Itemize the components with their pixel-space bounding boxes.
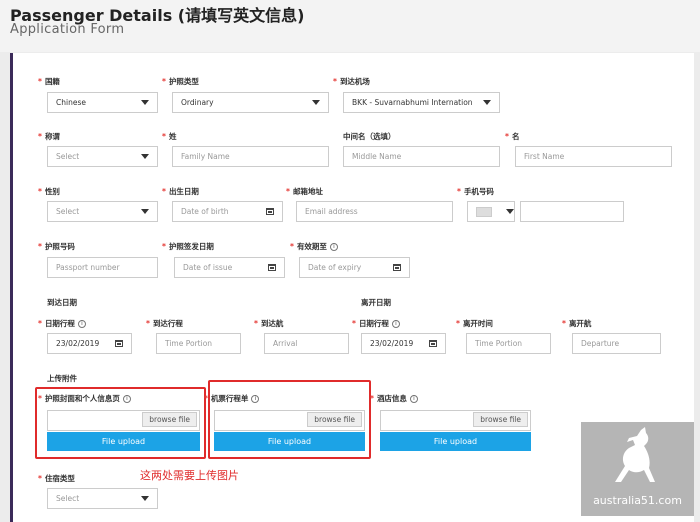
calendar-icon[interactable] [268, 264, 276, 271]
upload-passport-label: * 护照封面和个人信息页 i [38, 393, 131, 404]
page-subtitle: Application Form [10, 22, 125, 37]
arrival-date-input[interactable]: 23/02/2019 [47, 333, 132, 354]
passport-number-input[interactable]: Passport number [47, 257, 158, 278]
chevron-down-icon [141, 100, 149, 105]
given-name-label: * 名 [505, 132, 520, 141]
passport-number-label: * 护照号码 [38, 242, 75, 251]
upload-section-heading: 上传附件 [47, 374, 77, 383]
chevron-down-icon [141, 496, 149, 501]
calendar-icon[interactable] [429, 340, 437, 347]
watermark: australia51.com [581, 422, 694, 516]
annotation-note: 这两处需要上传图片 [140, 469, 239, 482]
middle-name-input[interactable]: Middle Name [343, 146, 500, 167]
passport-type-label: * 护照类型 [162, 77, 199, 86]
arrival-flight-label: * 到达航 [254, 319, 284, 328]
file-upload-button[interactable]: File upload [214, 432, 365, 451]
chevron-down-icon [506, 209, 514, 214]
arrival-airport-select[interactable]: BKK - Suvarnabhumi Internation [343, 92, 500, 113]
dob-input[interactable]: Date of birth [172, 201, 283, 222]
country-code-select[interactable] [467, 201, 515, 222]
file-upload-button[interactable]: File upload [380, 432, 531, 451]
chevron-down-icon [312, 100, 320, 105]
gender-select[interactable]: Select [47, 201, 158, 222]
arrival-date-label: * 日期行程 i [38, 318, 86, 329]
chevron-down-icon [483, 100, 491, 105]
upload-hotel: browse file File upload [380, 410, 531, 452]
issue-date-label: * 护照签发日期 [162, 242, 214, 251]
upload-ticket: browse file File upload [214, 410, 365, 452]
nationality-select[interactable]: Chinese [47, 92, 158, 113]
email-input[interactable]: Email address [296, 201, 453, 222]
expiry-date-input[interactable]: Date of expiry [299, 257, 410, 278]
departure-flight-input[interactable]: Departure [572, 333, 661, 354]
departure-flight-label: * 离开航 [562, 319, 592, 328]
title-select[interactable]: Select [47, 146, 158, 167]
arrival-time-label: * 到达行程 [146, 319, 183, 328]
chevron-down-icon [141, 154, 149, 159]
file-upload-button[interactable]: File upload [47, 432, 200, 451]
given-name-input[interactable]: First Name [515, 146, 672, 167]
arrival-airport-label: * 到达机场 [333, 77, 370, 86]
departure-time-input[interactable]: Time Portion [466, 333, 551, 354]
surname-label: * 姓 [162, 132, 177, 141]
calendar-icon[interactable] [393, 264, 401, 271]
phone-label: * 手机号码 [457, 187, 494, 196]
info-icon: i [122, 395, 131, 403]
departure-date-label: * 日期行程 i [352, 318, 400, 329]
accommodation-label: * 住宿类型 [38, 474, 75, 483]
flag-icon [476, 206, 492, 217]
gender-label: * 性别 [38, 187, 60, 196]
upload-hotel-label: * 酒店信息 i [370, 393, 418, 404]
browse-file-button[interactable]: browse file [473, 412, 528, 427]
nationality-label: * 国籍 [38, 77, 60, 86]
page-header: Passenger Details (请填写英文信息) Application … [0, 0, 700, 52]
departure-date-input[interactable]: 23/02/2019 [361, 333, 446, 354]
arrival-time-input[interactable]: Time Portion [156, 333, 241, 354]
watermark-text: australia51.com [593, 494, 682, 507]
passport-type-select[interactable]: Ordinary [172, 92, 329, 113]
info-icon: i [329, 243, 338, 251]
browse-file-button[interactable]: browse file [307, 412, 362, 427]
upload-passport: browse file File upload [47, 410, 200, 452]
issue-date-input[interactable]: Date of issue [174, 257, 285, 278]
expiry-date-label: * 有效期至 i [290, 241, 338, 252]
info-icon: i [251, 395, 260, 403]
surname-input[interactable]: Family Name [172, 146, 329, 167]
info-icon: i [391, 320, 400, 328]
phone-input[interactable] [520, 201, 624, 222]
title-label: * 称谓 [38, 132, 60, 141]
arrival-section-heading: 到达日期 [47, 298, 77, 307]
dob-label: * 出生日期 [162, 187, 199, 196]
departure-section-heading: 离开日期 [361, 298, 391, 307]
info-icon: i [77, 320, 86, 328]
kangaroo-logo-icon [615, 427, 655, 482]
accommodation-select[interactable]: Select [47, 488, 158, 509]
arrival-flight-input[interactable]: Arrival [264, 333, 349, 354]
browse-file-button[interactable]: browse file [142, 412, 197, 427]
info-icon: i [409, 395, 418, 403]
departure-time-label: * 离开时间 [456, 319, 493, 328]
upload-ticket-label: * 机票行程单 i [204, 393, 260, 404]
calendar-icon[interactable] [115, 340, 123, 347]
chevron-down-icon [141, 209, 149, 214]
calendar-icon[interactable] [266, 208, 274, 215]
email-label: * 邮箱地址 [286, 187, 323, 196]
middle-name-label: 中间名（选填） [343, 132, 396, 141]
